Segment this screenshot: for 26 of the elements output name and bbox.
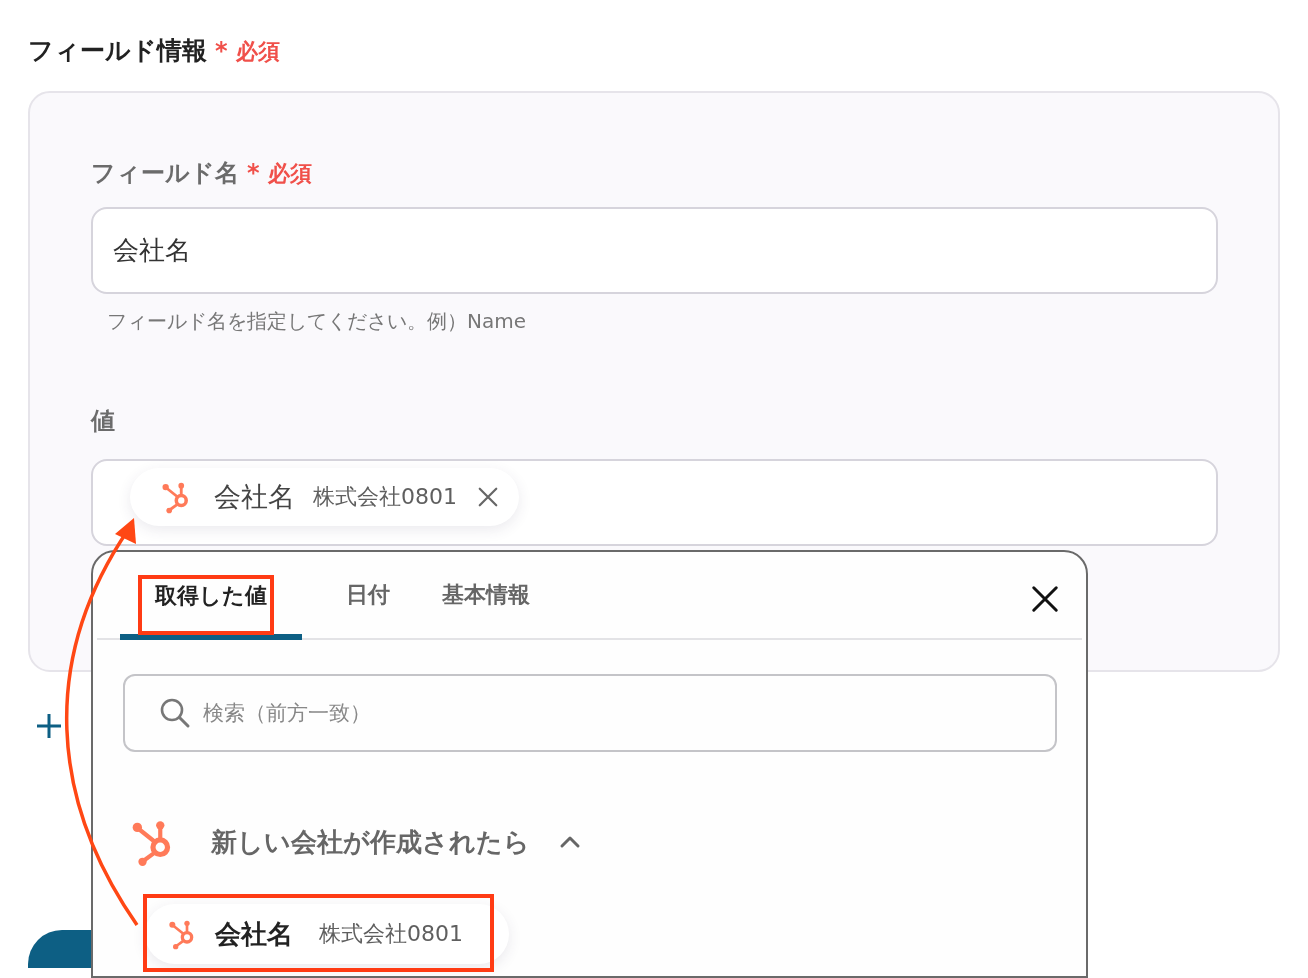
search-icon (159, 697, 191, 729)
section-title: フィールド情報 (28, 35, 207, 67)
input-field[interactable]: 会社名 (91, 207, 1218, 294)
remove-icon[interactable] (477, 485, 499, 508)
group-title[interactable]: 新しい会社が作成されたら (211, 824, 530, 860)
field-label: 値 (91, 406, 115, 437)
item-name: 会社名 (215, 917, 293, 951)
value-field[interactable]: 会社名 株式会社0801 (91, 459, 1218, 546)
chip-value: 株式会社0801 (313, 482, 457, 511)
variable-item[interactable]: 会社名 株式会社0801 (145, 904, 509, 964)
search-field[interactable]: 検索（前方一致） (123, 674, 1057, 752)
tab[interactable]: 取得した値 (120, 552, 302, 640)
required-label: 必須 (235, 38, 280, 66)
value-chip[interactable]: 会社名 株式会社0801 (130, 467, 519, 526)
required-mark: * (215, 37, 228, 65)
chip-name: 会社名 (214, 479, 295, 514)
required-label: 必須 (267, 160, 312, 188)
required-mark: * (247, 159, 260, 187)
field-label: フィールド名 (91, 158, 239, 189)
hint-text: フィールド名を指定してください。例）Name (107, 308, 527, 335)
plus-icon[interactable] (35, 712, 63, 740)
close-icon[interactable] (1030, 584, 1060, 614)
tab[interactable]: 日付 (338, 552, 398, 638)
button-background[interactable] (28, 930, 91, 968)
item-value: 株式会社0801 (319, 920, 463, 948)
tab[interactable]: 基本情報 (434, 552, 538, 638)
